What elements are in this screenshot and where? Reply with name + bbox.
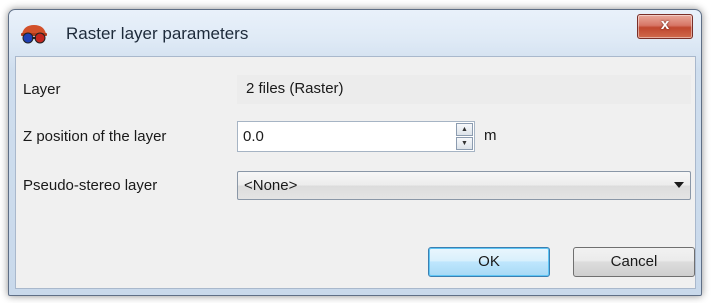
stereo-glasses-icon	[19, 23, 49, 45]
z-unit-label: m	[484, 127, 497, 144]
layer-label: Layer	[23, 81, 61, 98]
close-button[interactable]: x	[637, 14, 693, 39]
dialog-body: Layer 2 files (Raster) Z position of the…	[15, 56, 696, 289]
ok-button[interactable]: OK	[428, 247, 550, 277]
close-icon: x	[660, 16, 670, 33]
cancel-button[interactable]: Cancel	[573, 247, 695, 277]
z-position-spinbox[interactable]: 0.0 ▲ ▼	[237, 121, 475, 152]
pseudo-stereo-label: Pseudo-stereo layer	[23, 177, 158, 194]
spin-up-icon[interactable]: ▲	[456, 123, 473, 136]
dialog-title: Raster layer parameters	[66, 24, 249, 43]
spin-down-icon[interactable]: ▼	[456, 137, 473, 150]
layer-value: 2 files (Raster)	[237, 75, 691, 104]
spin-buttons: ▲ ▼	[456, 123, 473, 150]
chevron-down-icon	[674, 182, 684, 188]
title-bar[interactable]: Raster layer parameters x	[9, 10, 701, 56]
pseudo-stereo-value: <None>	[244, 177, 298, 194]
dialog-window: Raster layer parameters x Layer 2 files …	[8, 9, 702, 296]
z-position-label: Z position of the layer	[23, 128, 167, 145]
pseudo-stereo-dropdown[interactable]: <None>	[237, 171, 691, 200]
z-position-value: 0.0	[243, 128, 264, 145]
